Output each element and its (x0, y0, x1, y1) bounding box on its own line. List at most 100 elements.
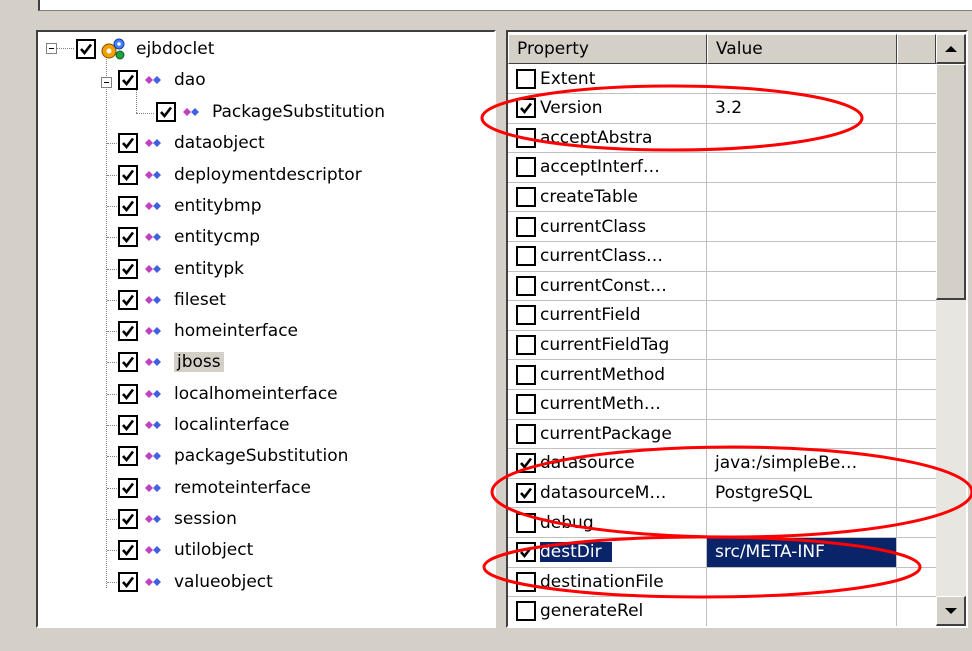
checkbox[interactable] (516, 453, 536, 474)
property-value[interactable]: java:/simpleBe… (707, 448, 897, 479)
tree-node-packagesubstitution[interactable]: packageSubstitution (118, 442, 348, 470)
property-value[interactable] (707, 64, 897, 94)
checkbox[interactable] (516, 512, 536, 533)
checkbox[interactable] (516, 601, 536, 622)
property-row[interactable]: destDir src/META-INF (508, 537, 936, 568)
checkbox[interactable] (516, 186, 536, 207)
tree-node-packagesubstitution[interactable]: PackageSubstitution (156, 98, 385, 126)
property-value[interactable] (707, 360, 897, 390)
property-name-cell[interactable]: generateRel (508, 596, 707, 626)
checkbox[interactable] (118, 258, 138, 279)
property-row[interactable]: currentField (508, 300, 936, 331)
property-row[interactable]: destinationFile (508, 567, 936, 598)
property-row[interactable]: currentMethod (508, 360, 936, 390)
property-row[interactable]: acceptAbstra (508, 123, 936, 154)
vertical-scrollbar[interactable] (936, 34, 966, 626)
property-value[interactable] (707, 212, 897, 242)
tree-node-remoteinterface[interactable]: remoteinterface (118, 474, 311, 502)
tree-node-localinterface[interactable]: localinterface (118, 411, 289, 439)
checkbox[interactable] (118, 164, 138, 185)
checkbox[interactable] (118, 321, 138, 342)
checkbox[interactable] (118, 540, 138, 561)
property-value[interactable]: 3.2 (707, 93, 897, 124)
property-name-cell[interactable]: destinationFile (508, 567, 707, 598)
property-row[interactable]: currentFieldTag (508, 330, 936, 361)
checkbox[interactable] (516, 68, 536, 89)
property-row[interactable]: createTable (508, 182, 936, 213)
checkbox[interactable] (516, 364, 536, 385)
property-name-cell[interactable]: currentPackage (508, 419, 707, 450)
property-row[interactable]: currentPackage (508, 419, 936, 450)
tree-node-dataobject[interactable]: dataobject (118, 129, 265, 157)
property-name-cell[interactable]: currentField (508, 300, 707, 331)
scroll-up-button[interactable] (936, 34, 966, 64)
property-value[interactable] (707, 241, 897, 272)
property-row[interactable]: currentMeth… (508, 389, 936, 420)
property-value[interactable] (707, 508, 897, 538)
property-name-cell[interactable]: datasourceM… (508, 478, 707, 509)
tree-node-entitybmp[interactable]: entitybmp (118, 192, 262, 220)
checkbox[interactable] (516, 216, 536, 237)
property-name-cell[interactable]: acceptInterf… (508, 152, 707, 183)
property-value[interactable]: src/META-INF (707, 537, 897, 568)
checkbox[interactable] (516, 334, 536, 355)
checkbox[interactable] (516, 571, 536, 592)
property-row[interactable]: acceptInterf… (508, 152, 936, 183)
property-value[interactable] (707, 182, 897, 213)
checkbox[interactable] (118, 227, 138, 248)
property-row[interactable]: debug (508, 508, 936, 538)
checkbox[interactable] (118, 70, 138, 90)
property-row[interactable]: generateRel (508, 596, 936, 626)
property-name-cell[interactable]: currentFieldTag (508, 330, 707, 361)
property-name-cell[interactable]: Extent (508, 64, 707, 94)
tree-node-localhomeinterface[interactable]: localhomeinterface (118, 380, 338, 408)
checkbox[interactable] (156, 102, 176, 122)
property-value[interactable] (707, 330, 897, 361)
property-name-cell[interactable]: Version (508, 93, 707, 124)
column-header-property[interactable]: Property (508, 34, 707, 64)
tree-node-valueobject[interactable]: valueobject (118, 568, 273, 596)
property-name-cell[interactable]: acceptAbstra (508, 123, 707, 154)
property-value[interactable] (707, 596, 897, 626)
property-name-cell[interactable]: destDir (508, 537, 707, 568)
property-value[interactable] (707, 300, 897, 331)
property-name-cell[interactable]: currentMeth… (508, 389, 707, 420)
collapse-toggle[interactable] (101, 77, 112, 88)
checkbox[interactable] (516, 98, 536, 119)
checkbox[interactable] (516, 305, 536, 326)
checkbox[interactable] (118, 352, 138, 373)
checkbox[interactable] (516, 157, 536, 178)
property-row[interactable]: datasource java:/simpleBe… (508, 448, 936, 479)
property-row[interactable]: Version 3.2 (508, 93, 936, 124)
tree-node-homeinterface[interactable]: homeinterface (118, 317, 298, 345)
property-value[interactable] (707, 152, 897, 183)
property-value[interactable] (707, 567, 897, 598)
checkbox[interactable] (118, 415, 138, 435)
property-value[interactable]: PostgreSQL (707, 478, 897, 509)
scroll-thumb[interactable] (936, 64, 966, 300)
property-value[interactable] (707, 389, 897, 420)
column-header-value[interactable]: Value (707, 34, 897, 64)
checkbox[interactable] (516, 275, 536, 296)
tree-node-deploymentdescriptor[interactable]: deploymentdescriptor (118, 161, 362, 189)
checkbox[interactable] (118, 571, 138, 592)
checkbox[interactable] (516, 246, 536, 267)
tree-node-utilobject[interactable]: utilobject (118, 536, 253, 564)
checkbox[interactable] (118, 133, 138, 154)
checkbox[interactable] (118, 477, 138, 498)
property-name-cell[interactable]: datasource (508, 448, 707, 479)
property-row[interactable]: currentConst… (508, 271, 936, 302)
property-name-cell[interactable]: debug (508, 508, 707, 538)
property-value[interactable] (707, 419, 897, 450)
collapse-toggle[interactable] (46, 43, 57, 54)
tree-node-jboss[interactable]: jboss (118, 348, 224, 376)
checkbox[interactable] (516, 127, 536, 148)
property-grid[interactable]: Property Value Extent Version 3.2 acceptAbs… (506, 30, 968, 628)
property-value[interactable] (707, 123, 897, 154)
checkbox[interactable] (516, 482, 536, 503)
tree-node-ejbdoclet[interactable]: ejbdoclet (76, 35, 214, 63)
tree-view[interactable]: ejbdoclet dao PackageSubstitution dataobje… (36, 30, 496, 628)
tree-node-session[interactable]: session (118, 505, 237, 533)
property-row[interactable]: datasourceM… PostgreSQL (508, 478, 936, 509)
checkbox[interactable] (118, 508, 138, 529)
